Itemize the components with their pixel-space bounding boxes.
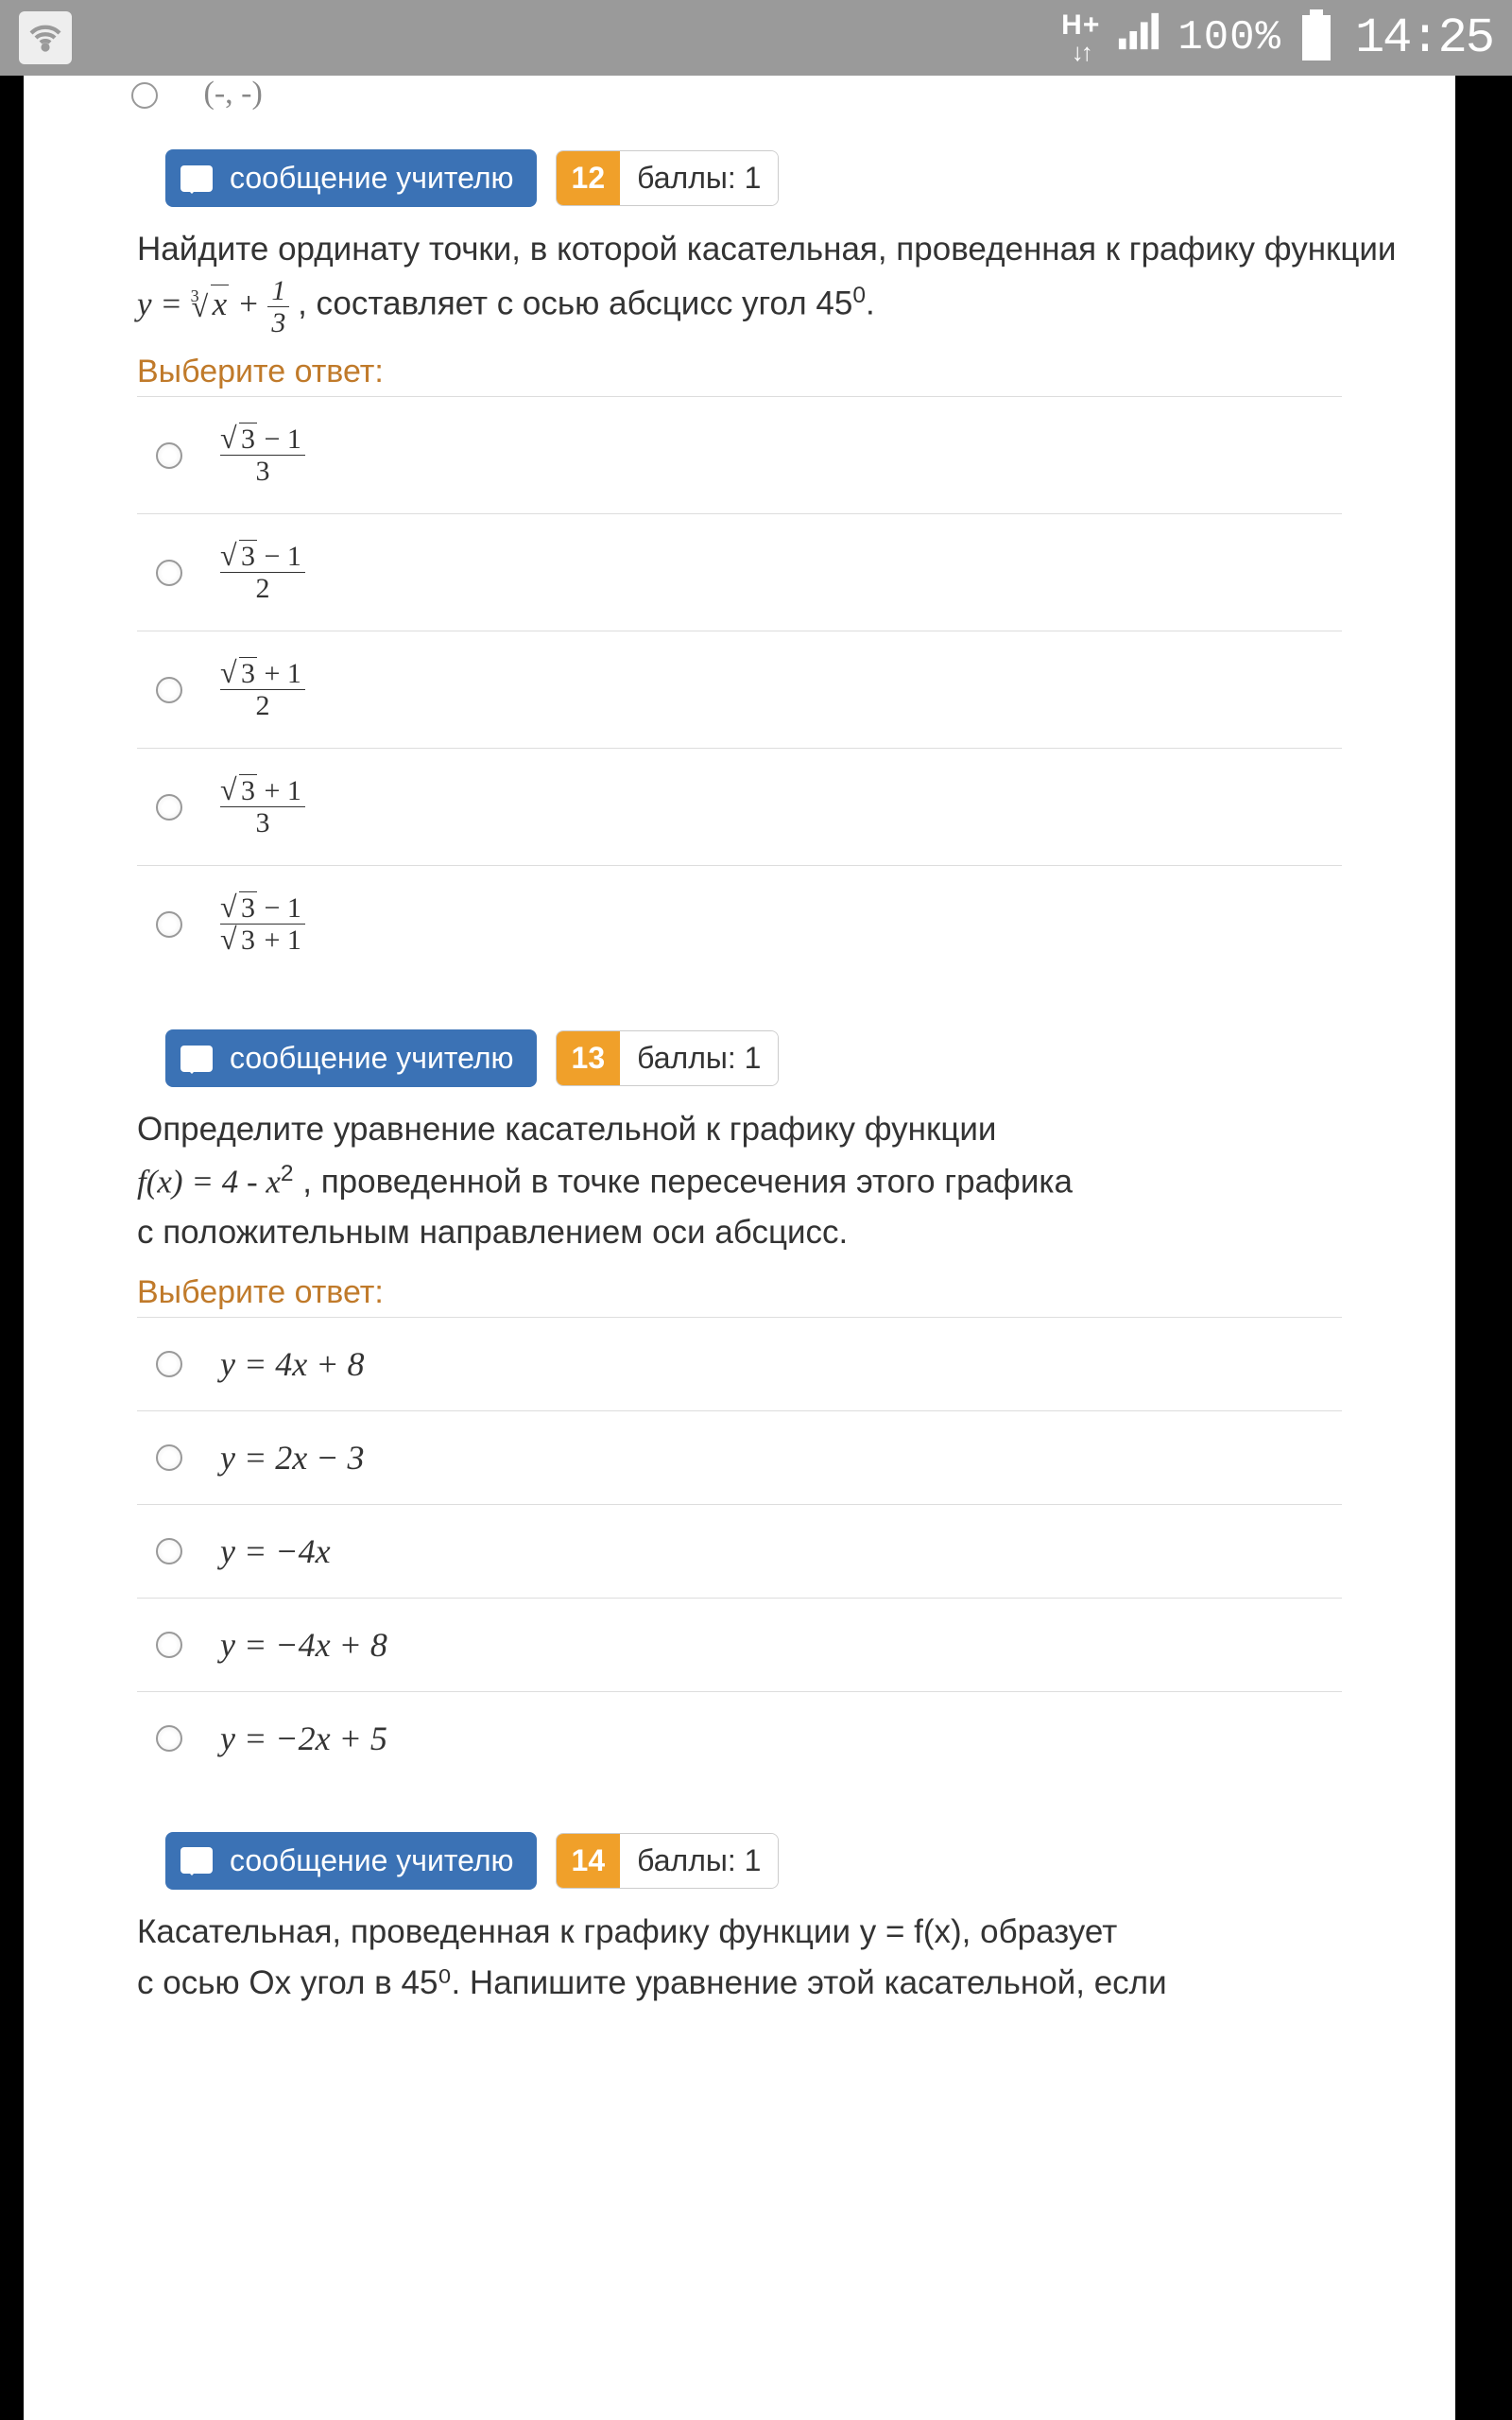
question-text: Касательная, проведенная к графику функц… xyxy=(24,1899,1455,2017)
q12-option-c[interactable]: 3 + 1 2 xyxy=(137,631,1342,749)
radio-icon xyxy=(156,1351,182,1377)
battery-icon xyxy=(1302,15,1331,60)
radio-icon xyxy=(156,677,182,703)
question-text: Определите уравнение касательной к графи… xyxy=(24,1097,1455,1266)
question-number: 13 xyxy=(557,1031,621,1085)
page-content: (-, -) сообщение учителю 12 баллы: 1 Най… xyxy=(24,76,1455,2420)
wifi-icon xyxy=(19,11,72,64)
q12-option-d[interactable]: 3 + 1 3 xyxy=(137,749,1342,866)
chat-icon xyxy=(180,1046,213,1072)
question-14: сообщение учителю 14 баллы: 1 Касательна… xyxy=(24,1823,1455,2055)
q13-option-c[interactable]: y = −4x xyxy=(137,1505,1342,1599)
question-12: сообщение учителю 12 баллы: 1 Найдите ор… xyxy=(24,140,1455,1020)
q13-option-a[interactable]: y = 4x + 8 xyxy=(137,1318,1342,1411)
q13-option-d[interactable]: y = −4x + 8 xyxy=(137,1599,1342,1692)
right-edge xyxy=(1455,76,1512,2420)
radio-icon xyxy=(156,1725,182,1752)
q13-option-b[interactable]: y = 2x − 3 xyxy=(137,1411,1342,1505)
radio-icon xyxy=(156,442,182,469)
question-points: баллы: 1 xyxy=(620,151,778,205)
msg-teacher-label: сообщение учителю xyxy=(230,161,514,196)
q12-option-e[interactable]: 3 − 1 3 + 1 xyxy=(137,866,1342,982)
question-points: баллы: 1 xyxy=(620,1834,778,1888)
signal-icon xyxy=(1117,9,1160,66)
message-teacher-button[interactable]: сообщение учителю xyxy=(165,149,537,207)
question-text: Найдите ординату точки, в которой касате… xyxy=(24,216,1455,346)
question-number-badge: 13 баллы: 1 xyxy=(556,1030,780,1086)
q12-option-b[interactable]: 3 − 1 2 xyxy=(137,514,1342,631)
choose-answer-label: Выберите ответ: xyxy=(137,1267,1342,1318)
radio-icon xyxy=(156,1444,182,1471)
question-number-badge: 12 баллы: 1 xyxy=(556,150,780,206)
radio-icon xyxy=(156,1538,182,1564)
battery-percent: 100% xyxy=(1177,14,1281,61)
radio-icon xyxy=(156,1632,182,1658)
chat-icon xyxy=(180,165,213,192)
question-number-badge: 14 баллы: 1 xyxy=(556,1833,780,1889)
question-points: баллы: 1 xyxy=(620,1031,778,1085)
message-teacher-button[interactable]: сообщение учителю xyxy=(165,1832,537,1890)
radio-icon xyxy=(156,794,182,821)
msg-teacher-label: сообщение учителю xyxy=(230,1843,514,1878)
q13-option-e[interactable]: y = −2x + 5 xyxy=(137,1692,1342,1785)
q12-option-a[interactable]: 3 − 1 3 xyxy=(137,397,1342,514)
chat-icon xyxy=(180,1847,213,1874)
network-type-icon: H+↓↑ xyxy=(1061,11,1100,64)
prev-question-tail: (-, -) xyxy=(24,76,1455,140)
question-number: 14 xyxy=(557,1834,621,1888)
message-teacher-button[interactable]: сообщение учителю xyxy=(165,1029,537,1087)
radio-icon xyxy=(156,911,182,938)
status-bar: H+↓↑ 100% 14:25 xyxy=(0,0,1512,76)
question-number: 12 xyxy=(557,151,621,205)
question-13: сообщение учителю 13 баллы: 1 Определите… xyxy=(24,1020,1455,1822)
choose-answer-label: Выберите ответ: xyxy=(137,346,1342,397)
clock: 14:25 xyxy=(1355,10,1493,66)
radio-icon xyxy=(156,560,182,586)
msg-teacher-label: сообщение учителю xyxy=(230,1041,514,1076)
